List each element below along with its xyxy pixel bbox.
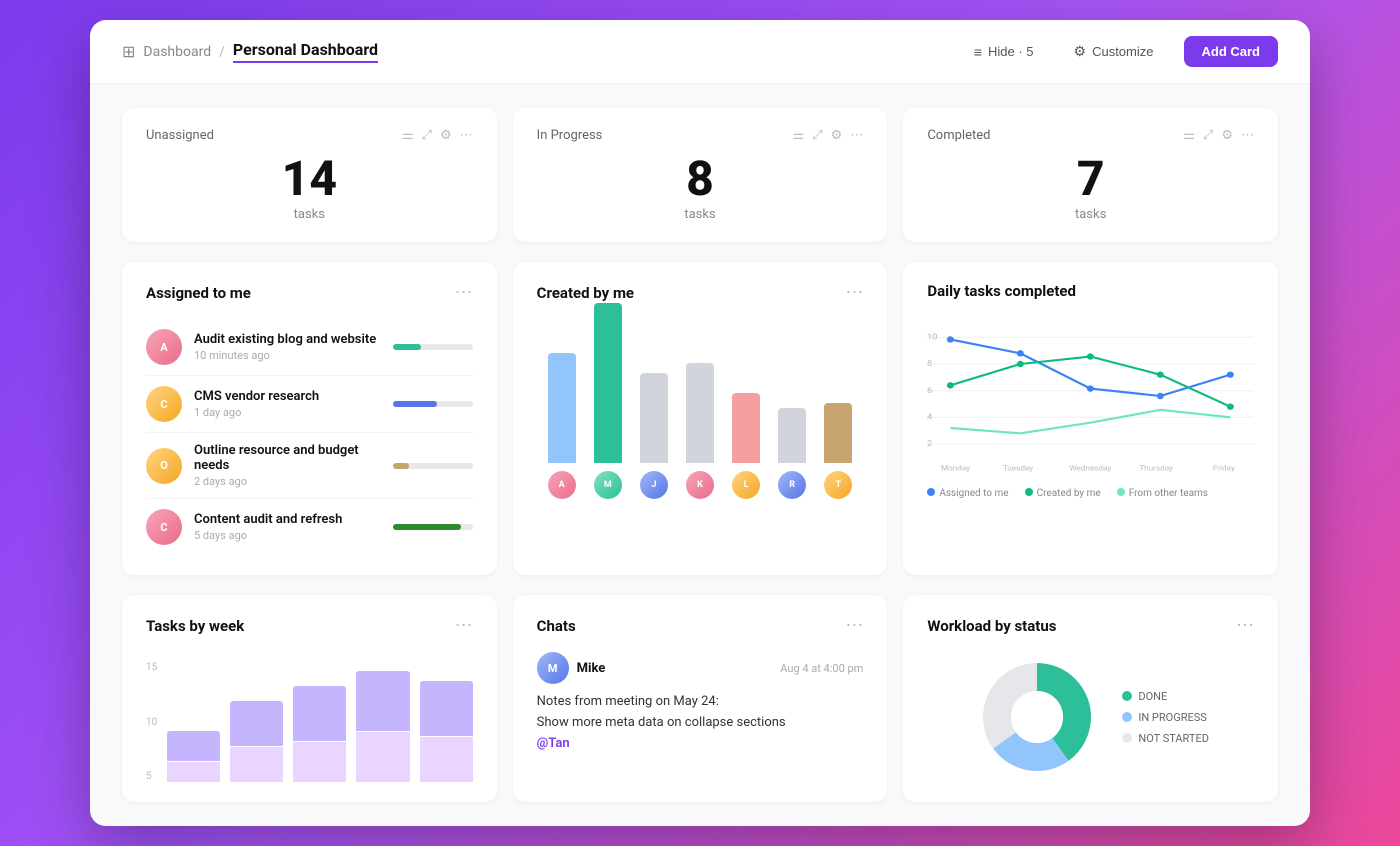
bar-column: A <box>545 353 579 499</box>
bar-column: L <box>729 393 763 499</box>
more-icon[interactable]: ⋯ <box>1241 128 1254 143</box>
svg-text:2: 2 <box>927 439 932 449</box>
workload-card: Workload by status ⋯ <box>903 595 1278 802</box>
chat-avatar: M <box>537 652 569 684</box>
widget-row: Assigned to me ⋯ A Audit existing blog a… <box>122 262 1278 575</box>
line-chart: 10 8 6 4 2 <box>927 316 1254 476</box>
bar-avatar: T <box>824 471 852 499</box>
expand-icon[interactable]: ⤢ <box>422 128 432 143</box>
task-item: C Content audit and refresh 5 days ago <box>146 499 473 555</box>
assigned-to-me-card: Assigned to me ⋯ A Audit existing blog a… <box>122 262 497 575</box>
add-card-button[interactable]: Add Card <box>1184 36 1279 67</box>
task-avatar: A <box>146 329 182 365</box>
week-bars <box>167 662 472 782</box>
daily-tasks-card: Daily tasks completed 10 8 6 4 2 <box>903 262 1278 575</box>
task-item: O Outline resource and budget needs 2 da… <box>146 433 473 499</box>
created-menu-button[interactable]: ⋯ <box>845 282 863 303</box>
stat-card-completed: Completed ⚌ ⤢ ⚙ ⋯ 7 tasks <box>903 108 1278 242</box>
chart-legend: Assigned to me Created by me From other … <box>927 488 1254 499</box>
svg-text:Thursday: Thursday <box>1140 464 1174 473</box>
progress-bar <box>393 344 473 350</box>
bar-column: R <box>775 408 809 499</box>
filter-icon[interactable]: ⚌ <box>1183 128 1195 143</box>
svg-text:6: 6 <box>927 386 932 396</box>
svg-text:8: 8 <box>927 359 932 369</box>
bar-avatar: K <box>686 471 714 499</box>
stat-card-unassigned: Unassigned ⚌ ⤢ ⚙ ⋯ 14 tasks <box>122 108 497 242</box>
svg-text:Friday: Friday <box>1213 464 1235 473</box>
breadcrumb-current: Personal Dashboard <box>233 40 378 63</box>
bar-column: J <box>637 373 671 499</box>
assigned-menu-button[interactable]: ⋯ <box>455 282 473 303</box>
created-bar-chart: A M J K L R <box>537 319 864 499</box>
hide-button[interactable]: ≡ Hide · 5 <box>964 38 1044 66</box>
task-avatar: O <box>146 448 182 484</box>
pie-chart <box>972 652 1102 782</box>
gear-icon: ⚙ <box>1074 43 1087 60</box>
task-item: A Audit existing blog and website 10 min… <box>146 319 473 376</box>
bar-avatar: L <box>732 471 760 499</box>
chat-message: M Mike Aug 4 at 4:00 pm Notes from meeti… <box>537 652 864 754</box>
bar-column: M <box>591 303 625 499</box>
header-actions: ≡ Hide · 5 ⚙ Customize Add Card <box>964 36 1278 67</box>
bar-avatar: A <box>548 471 576 499</box>
task-item: C CMS vendor research 1 day ago <box>146 376 473 433</box>
filter-icon: ≡ <box>974 44 982 60</box>
stat-card-inprogress: In Progress ⚌ ⤢ ⚙ ⋯ 8 tasks <box>513 108 888 242</box>
bottom-row: Tasks by week ⋯ 15 10 5 <box>122 595 1278 802</box>
pie-labels: DONE IN PROGRESS NOT STARTED <box>1122 690 1209 745</box>
breadcrumb-root[interactable]: Dashboard <box>143 44 211 60</box>
svg-text:4: 4 <box>927 413 932 423</box>
stat-row: Unassigned ⚌ ⤢ ⚙ ⋯ 14 tasks In Progress … <box>122 108 1278 242</box>
chats-card: Chats ⋯ M Mike Aug 4 at 4:00 pm Notes fr… <box>513 595 888 802</box>
tasks-week-menu-button[interactable]: ⋯ <box>455 615 473 636</box>
main-content: Unassigned ⚌ ⤢ ⚙ ⋯ 14 tasks In Progress … <box>90 84 1310 826</box>
progress-bar <box>393 524 473 530</box>
bar-column: K <box>683 363 717 499</box>
created-by-me-card: Created by me ⋯ A M J K <box>513 262 888 575</box>
filter-icon[interactable]: ⚌ <box>402 128 414 143</box>
customize-button[interactable]: ⚙ Customize <box>1064 37 1164 66</box>
tasks-by-week-card: Tasks by week ⋯ 15 10 5 <box>122 595 497 802</box>
bar-avatar: R <box>778 471 806 499</box>
more-icon[interactable]: ⋯ <box>850 128 863 143</box>
gear-icon[interactable]: ⚙ <box>440 128 452 143</box>
breadcrumb: ⊞ Dashboard / Personal Dashboard <box>122 40 378 63</box>
expand-icon[interactable]: ⤢ <box>812 128 822 143</box>
gear-icon[interactable]: ⚙ <box>831 128 843 143</box>
progress-bar <box>393 463 473 469</box>
expand-icon[interactable]: ⤢ <box>1203 128 1213 143</box>
chats-menu-button[interactable]: ⋯ <box>845 615 863 636</box>
pie-chart-container: DONE IN PROGRESS NOT STARTED <box>927 652 1254 782</box>
svg-text:Wednesday: Wednesday <box>1070 464 1112 473</box>
gear-icon[interactable]: ⚙ <box>1221 128 1233 143</box>
task-avatar: C <box>146 386 182 422</box>
grid-icon: ⊞ <box>122 42 135 61</box>
breadcrumb-separator: / <box>219 44 225 60</box>
header: ⊞ Dashboard / Personal Dashboard ≡ Hide … <box>90 20 1310 84</box>
bar-avatar: M <box>594 471 622 499</box>
more-icon[interactable]: ⋯ <box>460 128 473 143</box>
app-container: ⊞ Dashboard / Personal Dashboard ≡ Hide … <box>90 20 1310 826</box>
workload-menu-button[interactable]: ⋯ <box>1236 615 1254 636</box>
svg-text:Monday: Monday <box>941 464 970 473</box>
progress-bar <box>393 401 473 407</box>
task-avatar: C <box>146 509 182 545</box>
svg-text:Tuesday: Tuesday <box>1003 464 1034 473</box>
bar-avatar: J <box>640 471 668 499</box>
filter-icon[interactable]: ⚌ <box>793 128 805 143</box>
svg-text:10: 10 <box>927 333 937 343</box>
task-list: A Audit existing blog and website 10 min… <box>146 319 473 555</box>
bar-column: T <box>821 403 855 499</box>
